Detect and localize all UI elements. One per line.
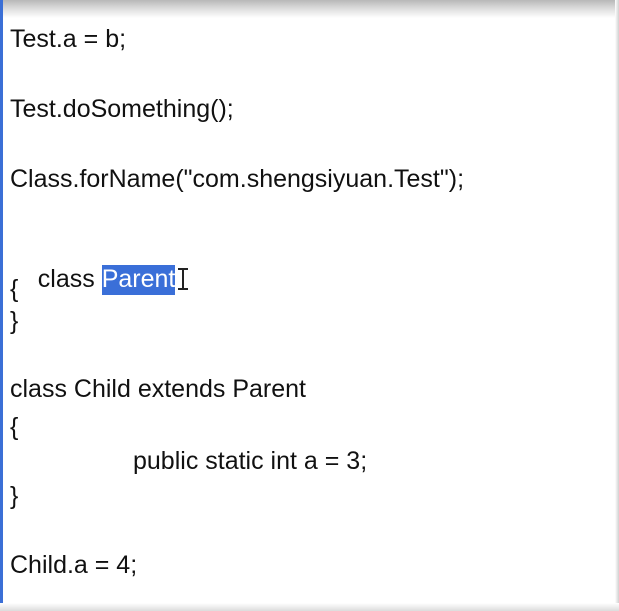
code-line-8[interactable]: { — [10, 412, 18, 442]
code-line-2[interactable]: Test.doSomething(); — [10, 94, 234, 124]
class-keyword: class — [37, 265, 102, 293]
code-line-10[interactable]: } — [10, 481, 18, 511]
code-line-9[interactable]: public static int a = 3; — [133, 446, 367, 476]
text-cursor-icon — [178, 268, 189, 290]
code-line-3[interactable]: Class.forName("com.shengsiyuan.Test"); — [10, 164, 464, 194]
bottom-shadow — [0, 603, 619, 611]
code-line-11[interactable]: Child.a = 4; — [10, 550, 137, 580]
code-line-6[interactable]: } — [10, 306, 18, 336]
left-border — [0, 0, 3, 611]
selected-text[interactable]: Parent — [101, 265, 176, 295]
code-line-5[interactable]: { — [10, 274, 18, 304]
code-line-7[interactable]: class Child extends Parent — [10, 374, 306, 404]
code-document[interactable]: Test.a = b; Test.doSomething(); Class.fo… — [0, 0, 619, 611]
code-line-4[interactable]: class Parent — [10, 234, 189, 295]
right-border — [615, 0, 619, 611]
top-shadow — [0, 0, 619, 18]
code-line-1[interactable]: Test.a = b; — [10, 24, 126, 54]
